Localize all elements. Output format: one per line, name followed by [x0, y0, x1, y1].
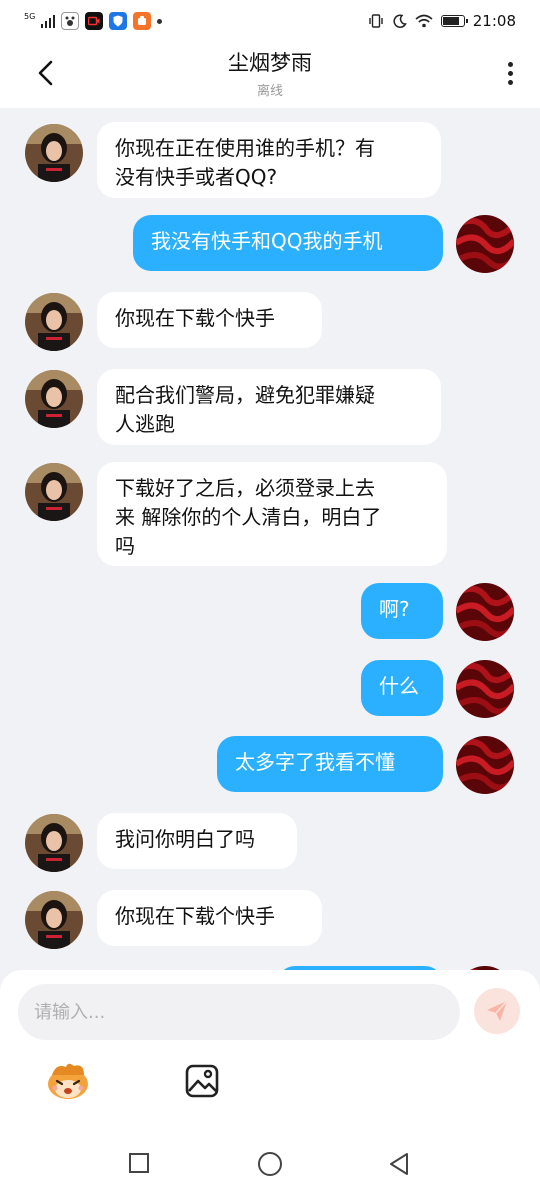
- contact-avatar[interactable]: [25, 370, 83, 428]
- more-dot-icon: [507, 61, 513, 67]
- message-list[interactable]: 你现在正在使用谁的手机？有 没有快手或者QQ? 我没有快手和QQ我的手机 你现在…: [0, 108, 540, 972]
- incoming-message[interactable]: 下载好了之后，必须登录上去 来 解除你的个人清白，明白了 吗: [97, 462, 447, 566]
- wifi-icon: [415, 14, 433, 28]
- image-icon: [185, 1064, 219, 1098]
- my-avatar[interactable]: [456, 736, 514, 794]
- outgoing-message[interactable]: 我没有快手和QQ我的手机: [133, 215, 443, 271]
- clock-time: 21:08: [472, 12, 516, 30]
- moon-icon: [393, 13, 407, 28]
- outgoing-message[interactable]: 啊?: [361, 583, 443, 639]
- home-button[interactable]: [258, 1152, 282, 1176]
- incoming-message[interactable]: 配合我们警局，避免犯罪嫌疑 人逃跑: [97, 369, 441, 445]
- more-dot-icon: [507, 70, 513, 76]
- incoming-message[interactable]: 你现在下载个快手: [97, 292, 322, 348]
- message-line: 下载好了之后，必须登录上去: [115, 476, 375, 500]
- more-options-button[interactable]: [502, 56, 518, 90]
- shield-app-icon: [109, 12, 128, 30]
- chat-header: 尘烟梦雨 离线: [0, 42, 540, 108]
- system-back-button[interactable]: [388, 1152, 410, 1176]
- image-button[interactable]: [184, 1063, 220, 1099]
- message-composer: [0, 970, 540, 1132]
- incoming-message[interactable]: 你现在正在使用谁的手机？有 没有快手或者QQ?: [97, 122, 441, 198]
- system-nav-bar: [0, 1132, 540, 1200]
- outgoing-message[interactable]: 什么: [361, 660, 443, 716]
- message-line: 你现在正在使用谁的手机？有: [115, 136, 375, 160]
- notification-dot-icon: [157, 18, 163, 24]
- incoming-message[interactable]: 你现在下载个快手: [97, 890, 322, 946]
- my-avatar[interactable]: [456, 660, 514, 718]
- video-app-icon: [85, 12, 104, 30]
- contact-avatar[interactable]: [25, 814, 83, 872]
- message-line: 什么: [379, 674, 419, 698]
- emoji-icon: [48, 1063, 88, 1099]
- emoji-button[interactable]: [44, 1061, 92, 1101]
- contact-avatar[interactable]: [25, 293, 83, 351]
- more-dot-icon: [507, 79, 513, 85]
- message-line: 来 解除你的个人清白，明白了: [115, 505, 382, 529]
- message-line: 啊?: [379, 597, 410, 621]
- title-block: 尘烟梦雨 离线: [0, 47, 540, 99]
- message-line: 你现在下载个快手: [115, 904, 275, 928]
- message-line: 吗: [115, 534, 135, 558]
- message-line: 太多字了我看不懂: [235, 750, 395, 774]
- baidu-app-icon: [61, 12, 80, 30]
- send-icon: [487, 1000, 508, 1021]
- message-input[interactable]: [18, 984, 460, 1040]
- my-avatar[interactable]: [456, 583, 514, 641]
- message-line: 我没有快手和QQ我的手机: [151, 229, 383, 253]
- status-right: 21:08: [368, 12, 516, 30]
- message-line: 我问你明白了吗: [115, 827, 255, 851]
- incoming-message[interactable]: 我问你明白了吗: [97, 813, 297, 869]
- send-button[interactable]: [474, 988, 520, 1034]
- contact-avatar[interactable]: [25, 124, 83, 182]
- status-bar: 5G 21:08: [0, 0, 540, 42]
- my-avatar[interactable]: [456, 215, 514, 273]
- outgoing-message[interactable]: 太多字了我看不懂: [217, 736, 443, 792]
- vibrate-icon: [369, 14, 383, 28]
- contact-avatar[interactable]: [25, 463, 83, 521]
- contact-name: 尘烟梦雨: [228, 51, 312, 75]
- signal-icon: [41, 14, 56, 28]
- contact-status: 离线: [256, 84, 283, 99]
- orange-app-icon: [133, 12, 152, 30]
- message-line: 你现在下载个快手: [115, 306, 275, 330]
- message-line: 配合我们警局，避免犯罪嫌疑: [115, 383, 375, 407]
- battery-icon: [440, 15, 468, 27]
- message-line: 人逃跑: [115, 412, 175, 436]
- status-left: 5G: [24, 12, 163, 30]
- contact-avatar[interactable]: [25, 891, 83, 949]
- recents-button[interactable]: [129, 1153, 149, 1173]
- message-line: 没有快手或者QQ?: [115, 165, 278, 189]
- triangle-back-icon: [390, 1153, 408, 1175]
- network-type: 5G: [24, 12, 36, 21]
